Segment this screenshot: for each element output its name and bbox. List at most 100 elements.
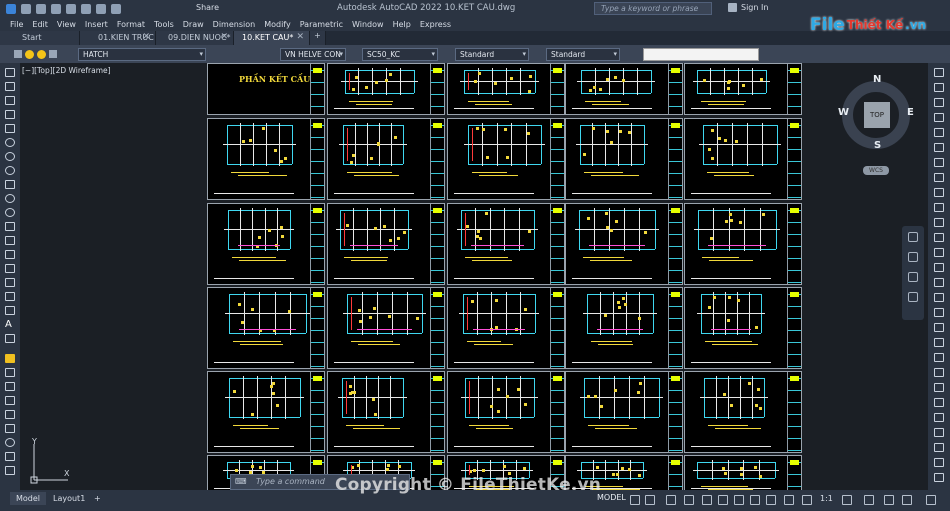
modify-tool-icon[interactable] [934, 428, 944, 437]
match-properties-icon[interactable] [5, 354, 15, 363]
transparency-icon[interactable] [766, 495, 776, 505]
modify-tool-icon[interactable] [934, 413, 944, 422]
selection-cycling-icon[interactable] [784, 495, 794, 505]
menu-file[interactable]: File [10, 20, 32, 29]
compass-west[interactable]: W [838, 107, 849, 118]
modify-tool-icon[interactable] [934, 83, 944, 92]
insert-block-icon[interactable] [5, 222, 15, 231]
tab-model[interactable]: Model [10, 492, 47, 505]
modify-tool-icon[interactable] [934, 158, 944, 167]
trim-tool-icon[interactable] [5, 466, 15, 475]
arc-tool-icon[interactable] [5, 138, 15, 147]
mirror-tool-icon[interactable] [5, 396, 15, 405]
grid-icon[interactable] [630, 495, 640, 505]
modify-tool-icon[interactable] [934, 323, 944, 332]
save-as-icon[interactable] [66, 3, 76, 14]
new-file-icon[interactable] [21, 3, 31, 14]
menu-modify[interactable]: Modify [264, 20, 300, 29]
pan-icon[interactable] [908, 252, 918, 262]
modify-tool-icon[interactable] [934, 353, 944, 362]
multiline-text-icon[interactable]: A [5, 320, 15, 330]
menu-view[interactable]: View [57, 20, 85, 29]
isodraft-icon[interactable] [702, 495, 712, 505]
modify-tool-icon[interactable] [934, 278, 944, 287]
add-layout-button[interactable]: + [88, 492, 107, 505]
workspace-gear-icon[interactable] [842, 495, 852, 505]
table-style-combo[interactable]: Standard ▾ [455, 48, 529, 61]
point-tool-icon[interactable] [5, 250, 15, 259]
line-tool-icon[interactable] [5, 68, 15, 77]
scale-tool-icon[interactable] [5, 452, 15, 461]
tab-ket-cau[interactable]: 10.KET CAU* ✕ [234, 31, 310, 45]
menu-format[interactable]: Format [117, 20, 154, 29]
object-snap-icon[interactable] [734, 495, 744, 505]
tab-start[interactable]: Start [0, 31, 80, 45]
modify-tool-icon[interactable] [934, 203, 944, 212]
save-icon[interactable] [51, 3, 61, 14]
annotation-monitor-icon[interactable] [864, 495, 874, 505]
menu-help[interactable]: Help [393, 20, 420, 29]
hatch-tool-icon[interactable] [5, 264, 15, 273]
share-button[interactable]: Share [196, 3, 219, 12]
layer-on-icon[interactable] [25, 49, 34, 59]
modify-tool-icon[interactable] [934, 398, 944, 407]
close-icon[interactable]: ✕ [142, 32, 150, 42]
compass-north[interactable]: N [873, 74, 881, 85]
rotate-tool-icon[interactable] [5, 438, 15, 447]
modify-tool-icon[interactable] [934, 188, 944, 197]
move-tool-icon[interactable] [5, 424, 15, 433]
ellipse-tool-icon[interactable] [5, 194, 15, 203]
model-viewport[interactable]: [−][Top][2D Wireframe] PHẦN KẾT CẤU [20, 63, 928, 490]
open-file-icon[interactable] [36, 3, 46, 14]
polygon-tool-icon[interactable] [5, 110, 15, 119]
lineweight-icon[interactable] [750, 495, 760, 505]
snap-icon[interactable] [645, 495, 655, 505]
modify-tool-icon[interactable] [934, 143, 944, 152]
modify-tool-icon[interactable] [934, 293, 944, 302]
copy-tool-icon[interactable] [5, 382, 15, 391]
menu-tools[interactable]: Tools [154, 20, 183, 29]
menu-edit[interactable]: Edit [32, 20, 57, 29]
modify-tool-icon[interactable] [934, 263, 944, 272]
menu-dimension[interactable]: Dimension [213, 20, 265, 29]
layer-combo[interactable]: HATCH ▾ [78, 48, 206, 61]
annotation-scale[interactable]: 1:1 [820, 494, 833, 503]
mleader-style-combo[interactable]: Standard ▾ [546, 48, 620, 61]
viewport-controls-label[interactable]: [−][Top][2D Wireframe] [22, 66, 111, 75]
close-icon[interactable]: ✕ [220, 32, 228, 42]
sign-in-button[interactable]: Sign In [728, 3, 768, 12]
circle-tool-icon[interactable] [5, 152, 15, 161]
orbit-icon[interactable] [908, 292, 918, 302]
object-snap-tracking-icon[interactable] [718, 495, 728, 505]
model-space-button[interactable]: MODEL [597, 493, 626, 502]
search-input[interactable]: Type a keyword or phrase [594, 2, 712, 15]
ellipse-arc-icon[interactable] [5, 208, 15, 217]
compass-east[interactable]: E [907, 107, 914, 118]
tab-layout1[interactable]: Layout1 [47, 492, 91, 505]
ortho-icon[interactable] [666, 495, 676, 505]
modify-tool-icon[interactable] [934, 473, 944, 482]
erase-tool-icon[interactable] [5, 368, 15, 377]
modify-tool-icon[interactable] [934, 368, 944, 377]
modify-tool-icon[interactable] [934, 128, 944, 137]
tab-dien-nuoc[interactable]: 09.DIEN NUOC* ✕ [156, 31, 234, 45]
modify-tool-icon[interactable] [934, 98, 944, 107]
menu-insert[interactable]: Insert [85, 20, 117, 29]
annotation-visibility-icon[interactable] [802, 495, 812, 505]
modify-tool-icon[interactable] [934, 248, 944, 257]
menu-parametric[interactable]: Parametric [300, 20, 352, 29]
compass-south[interactable]: S [874, 140, 881, 151]
redo-icon[interactable] [111, 3, 121, 14]
tab-kien-truc[interactable]: 01.KIEN TRUC ✕ [80, 31, 156, 45]
modify-tool-icon[interactable] [934, 218, 944, 227]
layer-lock-icon[interactable] [49, 50, 57, 58]
spline-tool-icon[interactable] [5, 180, 15, 189]
customization-menu-icon[interactable] [926, 495, 936, 505]
color-control-combo[interactable] [643, 48, 759, 61]
close-icon[interactable]: ✕ [296, 32, 304, 42]
text-style-combo[interactable]: VN HELVE CON ▾ [280, 48, 346, 61]
offset-tool-icon[interactable] [5, 410, 15, 419]
viewcube-top-face[interactable]: TOP [864, 102, 890, 128]
clean-screen-icon[interactable] [902, 495, 912, 505]
plot-icon[interactable] [81, 3, 91, 14]
